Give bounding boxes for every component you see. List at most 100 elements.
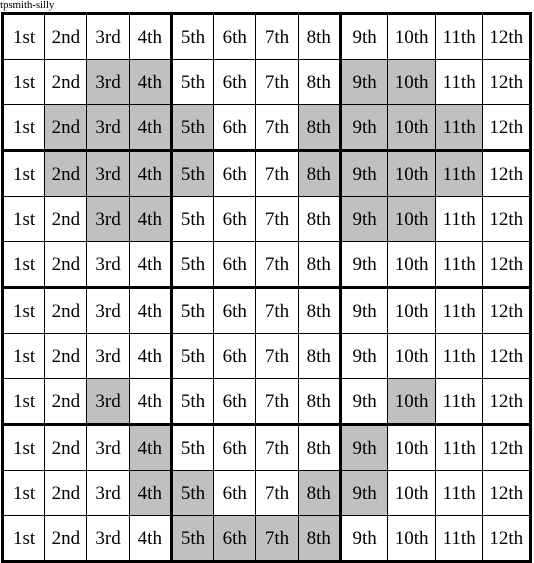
grid-cell[interactable]: 5th (170, 287, 215, 334)
grid-cell[interactable]: 11th (434, 333, 484, 379)
grid-cell[interactable]: 1st (0, 150, 46, 197)
grid-cell[interactable]: 1st (0, 104, 46, 152)
grid-cell[interactable]: 8th (297, 378, 342, 426)
grid-cell[interactable]: 6th (213, 150, 257, 197)
grid-cell[interactable]: 6th (213, 196, 257, 242)
grid-cell[interactable]: 8th (297, 196, 342, 242)
grid-cell[interactable]: 10th (387, 59, 436, 105)
grid-cell[interactable]: 7th (255, 333, 299, 379)
grid-cell[interactable]: 1st (0, 12, 46, 60)
grid-cell[interactable]: 7th (255, 424, 299, 471)
grid-cell[interactable]: 11th (434, 104, 484, 152)
grid-cell[interactable]: 12th (482, 333, 532, 379)
grid-cell[interactable]: 8th (297, 104, 342, 152)
grid-cell[interactable]: 2nd (44, 150, 88, 197)
grid-cell[interactable]: 9th (339, 333, 389, 379)
grid-cell[interactable]: 7th (255, 104, 299, 152)
grid-cell[interactable]: 6th (213, 424, 257, 471)
grid-cell[interactable]: 9th (339, 104, 389, 152)
grid-cell[interactable]: 1st (0, 378, 46, 426)
grid-cell[interactable]: 4th (128, 59, 173, 105)
grid-cell[interactable]: 9th (339, 59, 389, 105)
grid-cell[interactable]: 1st (0, 515, 46, 563)
grid-cell[interactable]: 11th (434, 470, 484, 516)
grid-cell[interactable]: 5th (170, 470, 215, 516)
grid-cell[interactable]: 6th (213, 241, 257, 289)
grid-cell[interactable]: 1st (0, 196, 46, 242)
grid-cell[interactable]: 3rd (86, 12, 130, 60)
grid-cell[interactable]: 7th (255, 12, 299, 60)
grid-cell[interactable]: 10th (387, 424, 436, 471)
grid-cell[interactable]: 7th (255, 196, 299, 242)
grid-cell[interactable]: 1st (0, 59, 46, 105)
grid-cell[interactable]: 6th (213, 12, 257, 60)
grid-cell[interactable]: 10th (387, 333, 436, 379)
grid-cell[interactable]: 5th (170, 241, 215, 289)
grid-cell[interactable]: 6th (213, 515, 257, 563)
grid-cell[interactable]: 4th (128, 470, 173, 516)
grid-cell[interactable]: 10th (387, 241, 436, 289)
grid-cell[interactable]: 2nd (44, 287, 88, 334)
grid-cell[interactable]: 12th (482, 196, 532, 242)
grid-cell[interactable]: 9th (339, 470, 389, 516)
grid-cell[interactable]: 3rd (86, 241, 130, 289)
grid-cell[interactable]: 9th (339, 150, 389, 197)
grid-cell[interactable]: 4th (128, 150, 173, 197)
grid-cell[interactable]: 9th (339, 515, 389, 563)
grid-cell[interactable]: 2nd (44, 424, 88, 471)
grid-cell[interactable]: 7th (255, 59, 299, 105)
grid-cell[interactable]: 6th (213, 59, 257, 105)
grid-cell[interactable]: 5th (170, 104, 215, 152)
grid-cell[interactable]: 11th (434, 241, 484, 289)
grid-cell[interactable]: 12th (482, 150, 532, 197)
grid-cell[interactable]: 3rd (86, 424, 130, 471)
grid-cell[interactable]: 4th (128, 104, 173, 152)
grid-cell[interactable]: 7th (255, 287, 299, 334)
grid-cell[interactable]: 3rd (86, 287, 130, 334)
grid-cell[interactable]: 8th (297, 12, 342, 60)
grid-cell[interactable]: 3rd (86, 59, 130, 105)
grid-cell[interactable]: 12th (482, 515, 532, 563)
grid-cell[interactable]: 12th (482, 287, 532, 334)
grid-cell[interactable]: 9th (339, 378, 389, 426)
grid-cell[interactable]: 11th (434, 424, 484, 471)
grid-cell[interactable]: 8th (297, 470, 342, 516)
grid-cell[interactable]: 10th (387, 196, 436, 242)
grid-cell[interactable]: 8th (297, 333, 342, 379)
grid-cell[interactable]: 1st (0, 470, 46, 516)
grid-cell[interactable]: 5th (170, 424, 215, 471)
grid-cell[interactable]: 1st (0, 333, 46, 379)
grid-cell[interactable]: 7th (255, 150, 299, 197)
grid-cell[interactable]: 10th (387, 12, 436, 60)
grid-cell[interactable]: 7th (255, 515, 299, 563)
grid-cell[interactable]: 4th (128, 12, 173, 60)
grid-cell[interactable]: 2nd (44, 515, 88, 563)
grid-cell[interactable]: 2nd (44, 378, 88, 426)
grid-cell[interactable]: 1st (0, 287, 46, 334)
grid-cell[interactable]: 3rd (86, 150, 130, 197)
grid-cell[interactable]: 5th (170, 12, 215, 60)
grid-cell[interactable]: 8th (297, 515, 342, 563)
grid-cell[interactable]: 10th (387, 150, 436, 197)
grid-cell[interactable]: 7th (255, 378, 299, 426)
grid-cell[interactable]: 8th (297, 59, 342, 105)
grid-cell[interactable]: 2nd (44, 196, 88, 242)
grid-cell[interactable]: 2nd (44, 104, 88, 152)
grid-cell[interactable]: 6th (213, 104, 257, 152)
grid-cell[interactable]: 8th (297, 287, 342, 334)
grid-cell[interactable]: 6th (213, 378, 257, 426)
grid-cell[interactable]: 12th (482, 241, 532, 289)
grid-cell[interactable]: 12th (482, 104, 532, 152)
grid-cell[interactable]: 11th (434, 12, 484, 60)
grid-cell[interactable]: 1st (0, 424, 46, 471)
grid-cell[interactable]: 9th (339, 196, 389, 242)
grid-cell[interactable]: 2nd (44, 12, 88, 60)
grid-cell[interactable]: 3rd (86, 378, 130, 426)
grid-cell[interactable]: 10th (387, 287, 436, 334)
grid-cell[interactable]: 11th (434, 150, 484, 197)
grid-cell[interactable]: 4th (128, 424, 173, 471)
grid-cell[interactable]: 3rd (86, 333, 130, 379)
grid-cell[interactable]: 6th (213, 333, 257, 379)
grid-cell[interactable]: 10th (387, 515, 436, 563)
grid-cell[interactable]: 2nd (44, 470, 88, 516)
